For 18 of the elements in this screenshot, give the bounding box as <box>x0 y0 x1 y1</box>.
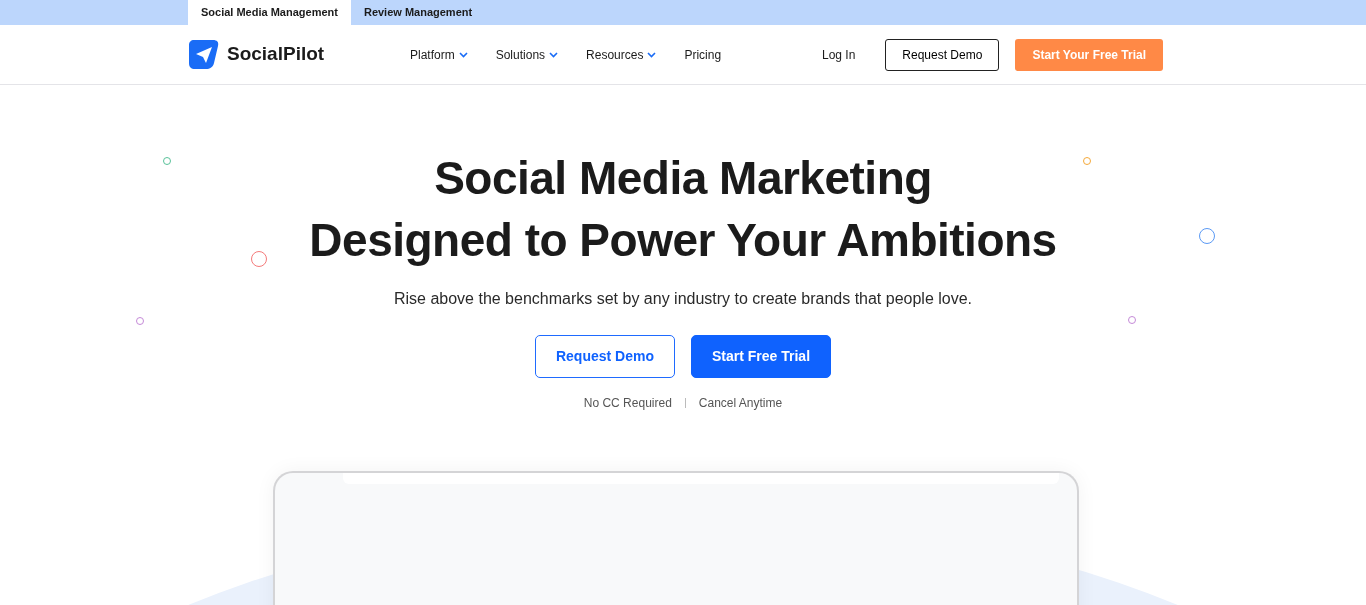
hero-title-line: Designed to Power Your Ambitions <box>309 213 1057 268</box>
product-tab[interactable]: Review Management <box>350 0 486 25</box>
hero-note: Cancel Anytime <box>698 395 783 412</box>
nav-menu-item[interactable]: Solutions <box>495 45 559 64</box>
divider-bar <box>684 398 686 408</box>
login-link[interactable]: Log In <box>815 44 862 65</box>
nav-menu-item[interactable]: Pricing <box>684 45 722 64</box>
logo-icon <box>188 39 219 70</box>
nav-menu-item[interactable]: Platform <box>410 45 468 64</box>
product-tab[interactable]: Social Media Management <box>188 0 351 25</box>
hero-title-line: Social Media Marketing <box>434 151 932 206</box>
hero-note: No CC Required <box>583 395 672 412</box>
request-demo-button[interactable]: Request Demo <box>534 335 675 378</box>
hero-subtitle: Rise above the benchmarks set by any industry to create brands that people love. <box>393 289 973 309</box>
start-trial-button[interactable]: Start Free Trial <box>691 335 832 378</box>
nav-menu-item[interactable]: Resources <box>586 45 657 64</box>
brand-name[interactable]: SocialPilot <box>227 40 325 69</box>
request-demo-button[interactable]: Request Demo <box>885 38 1000 71</box>
